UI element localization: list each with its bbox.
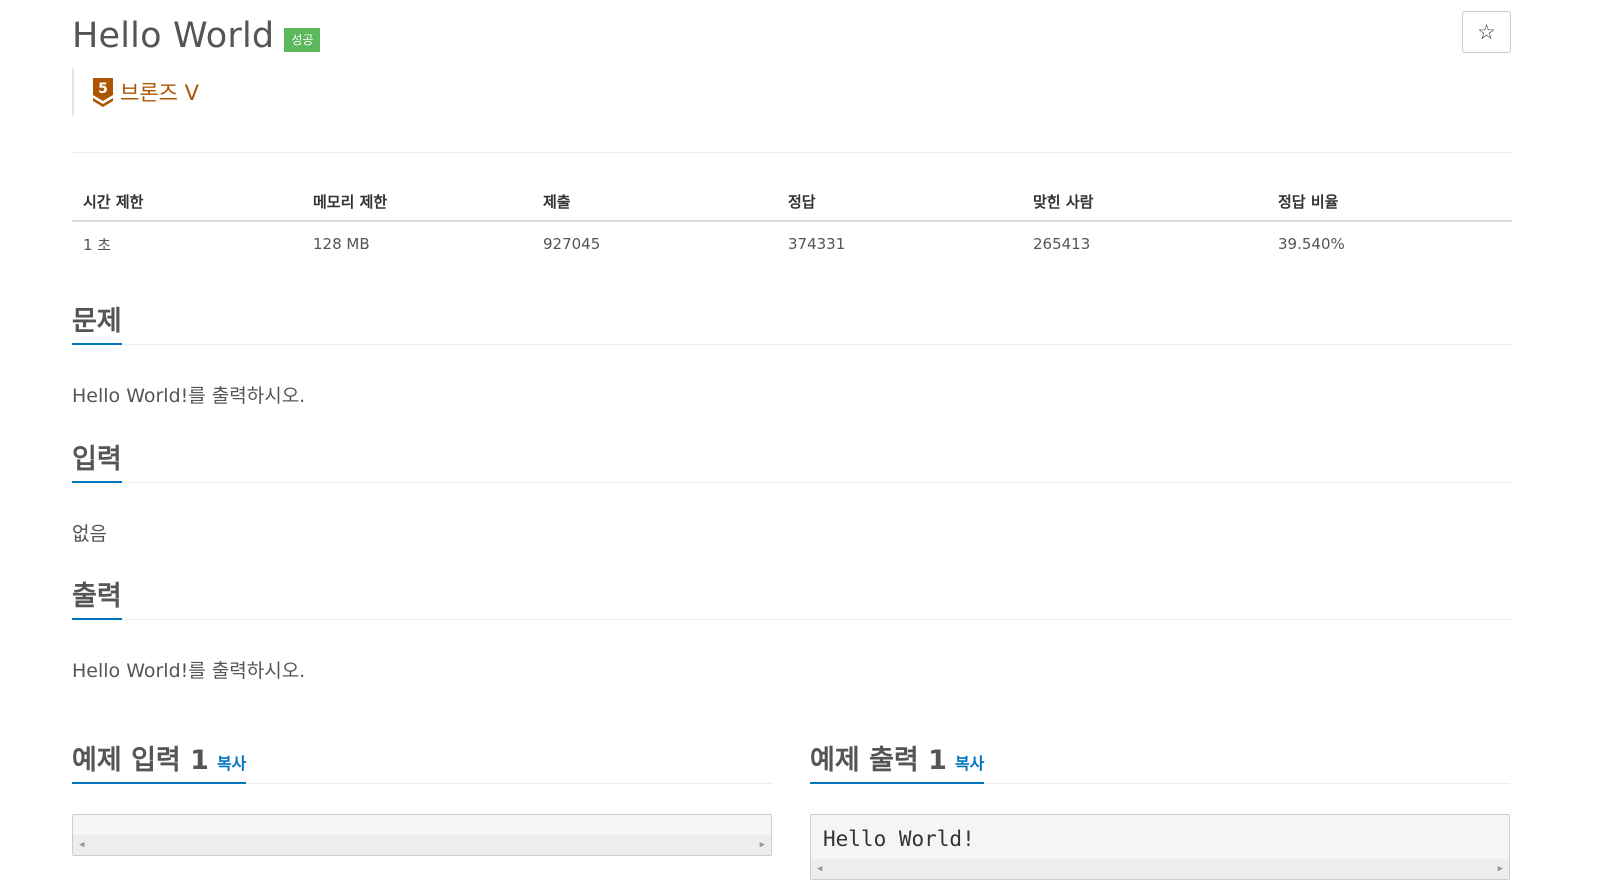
result-badge: 성공 [284,28,321,52]
section-title: 예제 입력 1 복사 [72,744,247,784]
horizontal-scrollbar[interactable]: ◀ ▶ [73,835,771,855]
output-text: Hello World!를 출력하시오. [72,660,306,682]
time-limit-value: 1 초 [83,235,112,254]
sample-output-box: Hello World! ◀ ▶ [810,814,1510,880]
section-title: 예제 출력 1 복사 [810,744,985,784]
solvers-value: 265413 [1033,235,1091,253]
section-title: 출력 [72,581,122,620]
copy-sample-output-link[interactable]: 복사 [955,754,984,773]
section-title: 문제 [72,306,122,345]
tier-number: 5 [98,81,108,97]
sample-input-box: ◀ ▶ [72,814,772,856]
tier-label[interactable]: 브론즈 V [120,77,199,107]
tier-block: 5 브론즈 V [72,68,199,116]
input-section: 입력 없음 [72,439,1512,546]
scroll-left-icon[interactable]: ◀ [817,864,822,874]
table-row: 1 초 128 MB 927045 374331 265413 39.540% [72,222,1512,266]
scroll-right-icon[interactable]: ▶ [1498,864,1503,874]
copy-sample-input-link[interactable]: 복사 [217,754,246,773]
star-icon: ☆ [1477,20,1496,44]
header-accept-ratio: 정답 비율 [1278,192,1339,211]
horizontal-scrollbar[interactable]: ◀ ▶ [811,859,1509,879]
bronze-tier-icon: 5 [93,78,113,107]
header-accepted: 정답 [788,192,816,211]
problem-title: Hello World [72,16,275,56]
description-section: 문제 Hello World!를 출력하시오. [72,301,1512,408]
header-time-limit: 시간 제한 [83,192,144,211]
section-header: 예제 입력 1 복사 [72,740,772,784]
scroll-left-icon[interactable]: ◀ [79,840,84,850]
scroll-right-icon[interactable]: ▶ [760,840,765,850]
section-header: 출력 [72,576,1512,620]
sample-input-content [73,815,771,835]
input-text: 없음 [72,523,107,545]
problem-title-row: Hello World 성공 [72,14,321,58]
header-submissions: 제출 [543,192,571,211]
table-header-row: 시간 제한 메모리 제한 제출 정답 맞힌 사람 정답 비율 [72,182,1512,222]
section-header: 입력 [72,439,1512,483]
sample-input-title: 예제 입력 1 [72,744,209,776]
sample-output-title: 예제 출력 1 [810,744,947,776]
section-title: 입력 [72,444,122,483]
submissions-value: 927045 [543,235,601,253]
header-memory-limit: 메모리 제한 [313,192,388,211]
description-text: Hello World!를 출력하시오. [72,385,306,407]
memory-limit-value: 128 MB [313,235,370,253]
sample-input-section: 예제 입력 1 복사 ◀ ▶ [72,740,772,856]
output-section: 출력 Hello World!를 출력하시오. [72,576,1512,683]
section-header: 문제 [72,301,1512,345]
accepted-value: 374331 [788,235,846,253]
sample-output-section: 예제 출력 1 복사 Hello World! ◀ ▶ [810,740,1510,880]
problem-info-table: 시간 제한 메모리 제한 제출 정답 맞힌 사람 정답 비율 1 초 128 M… [72,182,1512,266]
sample-output-content: Hello World! [823,827,975,851]
divider [72,152,1512,153]
section-header: 예제 출력 1 복사 [810,740,1510,784]
star-button[interactable]: ☆ [1462,11,1511,53]
header-solvers: 맞힌 사람 [1033,192,1094,211]
accept-ratio-value: 39.540% [1278,235,1345,253]
